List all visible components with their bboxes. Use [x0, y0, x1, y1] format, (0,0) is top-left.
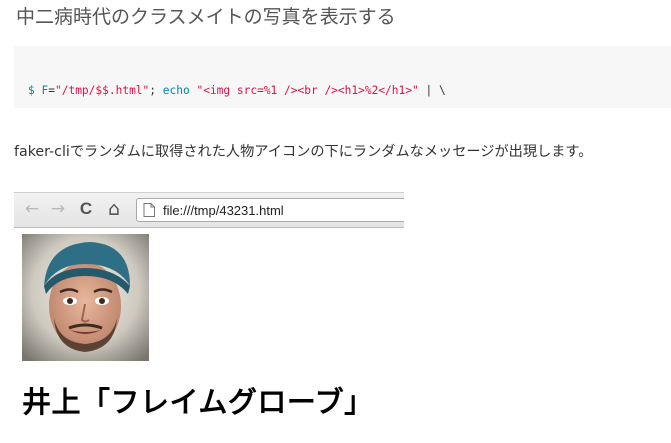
code-block: $ F="/tmp/$$.html"; echo "<img src=%1 />… — [14, 46, 671, 108]
address-bar[interactable]: file:///tmp/43231.html — [136, 198, 404, 222]
reload-icon[interactable]: C — [76, 199, 96, 219]
back-arrow-icon[interactable]: ← — [22, 199, 42, 219]
person-name-heading: 井上「フレイムグローブ」 — [22, 385, 374, 419]
article-heading: 中二病時代のクラスメイトの写真を表示する — [16, 6, 396, 28]
code-token: "<img src=%1 /><br /><h1>%2</h1>" — [196, 84, 419, 97]
home-icon[interactable]: ⌂ — [104, 199, 124, 219]
code-token: | \ — [418, 84, 446, 97]
browser-toolbar: ← → C ⌂ file:///tmp/43231.html — [14, 192, 404, 228]
code-token: echo — [162, 84, 190, 97]
code-token: = — [48, 84, 55, 97]
forward-arrow-icon[interactable]: → — [48, 199, 68, 219]
code-token: "/tmp/$$.html" — [54, 84, 150, 97]
article-paragraph: faker-cliでランダムに取得された人物アイコンの下にランダムなメッセージが… — [14, 144, 593, 160]
code-token: ; — [149, 84, 163, 97]
avatar-image — [22, 234, 149, 361]
avatar — [22, 234, 149, 361]
page-icon — [143, 203, 155, 217]
code-token: $ — [28, 84, 42, 97]
url-text[interactable]: file:///tmp/43231.html — [163, 203, 284, 218]
code-line-1: $ F="/tmp/$$.html"; echo "<img src=%1 />… — [28, 84, 671, 99]
